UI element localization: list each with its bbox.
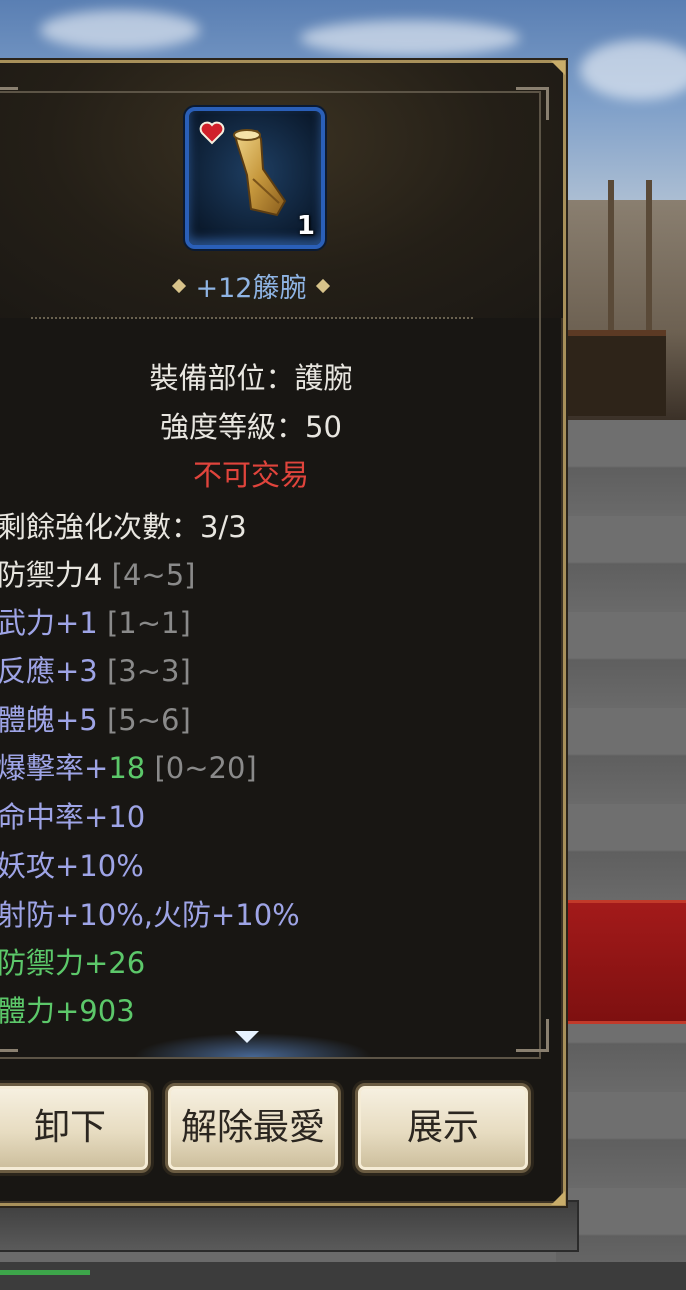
stat-line: 體力+903 [0, 994, 135, 1028]
cloud [40, 10, 200, 50]
ornament-corner [516, 1019, 549, 1052]
stat-line: 防禦力4 [4~5] [0, 558, 196, 592]
gold-corner [551, 1191, 565, 1205]
divider [31, 317, 473, 319]
unfavorite-button[interactable]: 解除最愛 [165, 1083, 341, 1173]
item-quantity: 1 [296, 211, 315, 241]
pillar [608, 180, 614, 330]
stat-line: 妖攻+10% [0, 849, 144, 883]
market-stall [566, 330, 666, 416]
ornament-corner [516, 87, 549, 120]
xp-bar [0, 1270, 90, 1275]
bottom-bar [0, 1262, 686, 1290]
stat-line: 防禦力+26 [0, 946, 146, 980]
show-button[interactable]: 展示 [355, 1083, 531, 1173]
trade-status: 不可交易 [192, 458, 309, 492]
stat-line: 反應+3 [3~3] [0, 654, 191, 688]
cloud [300, 20, 520, 56]
stat-line: 爆擊率+18 [0~20] [0, 751, 257, 785]
red-carpet [556, 900, 686, 1024]
unequip-button[interactable]: 卸下 [0, 1083, 151, 1173]
item-icon-slot: 1 [185, 107, 325, 249]
heart-icon [199, 121, 225, 145]
stat-line: 武力+1 [1~1] [0, 606, 191, 640]
item-name: +12籐腕 [195, 273, 307, 304]
panel-footer [0, 1200, 579, 1252]
diamond-icon [171, 278, 186, 293]
scroll-down-icon[interactable] [235, 1031, 259, 1043]
stat-line: 射防+10%,火防+10% [0, 898, 300, 932]
level-label: 強度等級：50 [160, 410, 342, 444]
pillar [646, 180, 652, 330]
ornament-corner [0, 87, 18, 120]
stone-ground [556, 420, 686, 1290]
item-name-row: +12籐腕 [0, 266, 519, 305]
diamond-icon [316, 278, 331, 293]
slot-label: 裝備部位：護腕 [149, 361, 353, 395]
enhance-count: 剩餘強化次數：3/3 [0, 510, 247, 544]
bracer-icon [233, 129, 287, 217]
item-tooltip-panel: 1 +12籐腕 裝備部位：護腕 強度等級：50 不可交易 剩餘強化次數：3/3 … [0, 60, 566, 1206]
stat-line: 命中率+10 [0, 800, 146, 834]
stat-line: 體魄+5 [5~6] [0, 703, 191, 737]
